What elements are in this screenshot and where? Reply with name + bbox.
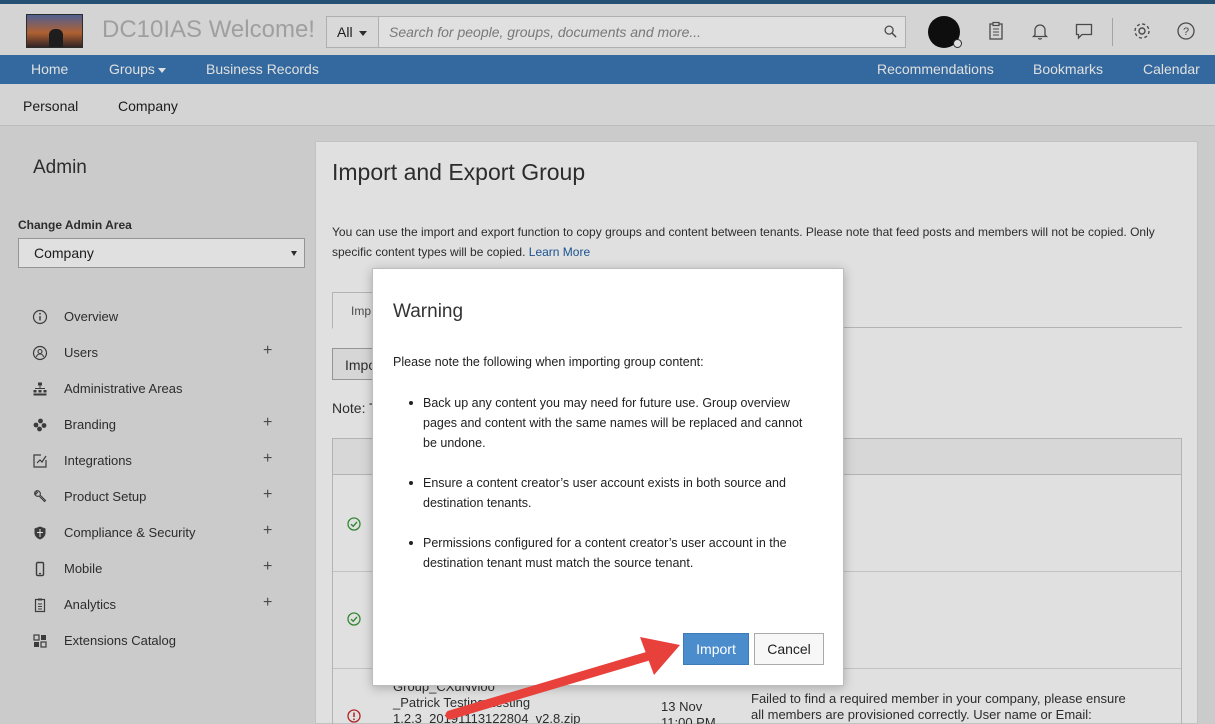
dialog-title: Warning: [393, 301, 464, 322]
dialog-bullet: Permissions configured for a content cre…: [403, 533, 803, 573]
cancel-button[interactable]: Cancel: [754, 633, 824, 665]
annotation-arrow-icon: [445, 637, 680, 720]
dialog-bullet: Back up any content you may need for fut…: [403, 393, 803, 453]
warning-dialog: Warning Please note the following when i…: [372, 268, 844, 686]
import-button[interactable]: Import: [683, 633, 749, 665]
dialog-intro: Please note the following when importing…: [393, 355, 704, 369]
dialog-bullet: Ensure a content creator’s user account …: [403, 473, 803, 513]
dialog-bullets: Back up any content you may need for fut…: [403, 393, 803, 593]
